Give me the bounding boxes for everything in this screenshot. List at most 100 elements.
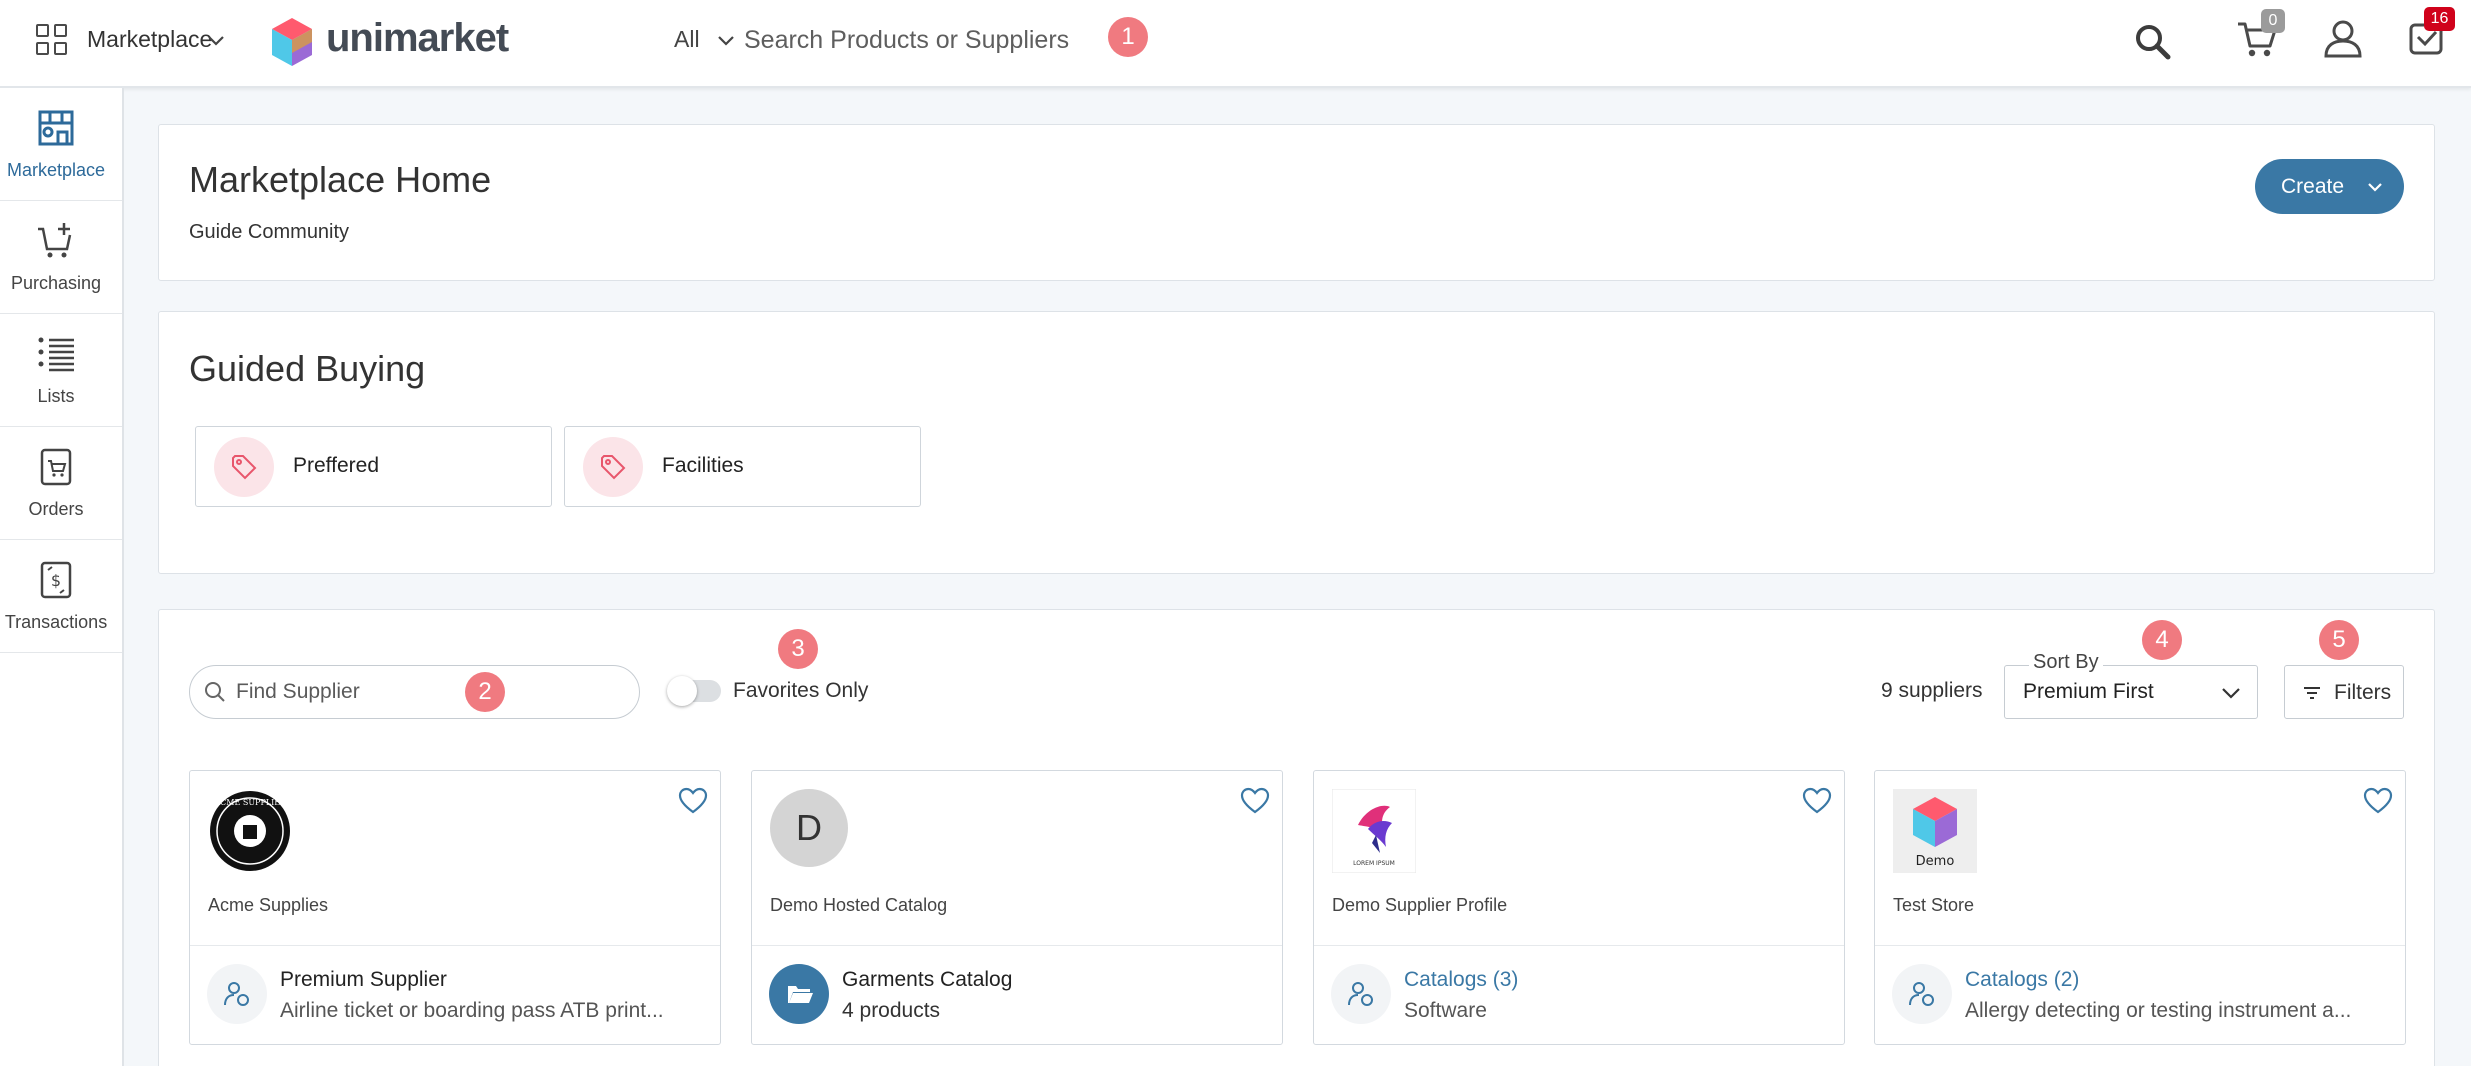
create-button-label: Create: [2281, 175, 2345, 198]
chevron-down-icon[interactable]: [716, 30, 736, 50]
storefront-icon: [38, 110, 74, 146]
create-button[interactable]: Create: [2255, 159, 2404, 214]
supplier-icon-circle: [1892, 964, 1952, 1024]
supplier-card[interactable]: Demo Test Store Catalogs (2) Allergy det…: [1874, 770, 2406, 1045]
suppliers-panel: 2 Favorites Only 3 9 suppliers Sort By P…: [158, 609, 2435, 1066]
filters-button[interactable]: Filters: [2284, 665, 2404, 719]
supplier-icon-circle: [1331, 964, 1391, 1024]
sidebar-item-label: Lists: [37, 386, 75, 406]
cart-plus-icon: [38, 223, 72, 258]
supplier-tier: Premium Supplier: [280, 968, 447, 991]
test-store-logo: Demo: [1893, 789, 1977, 873]
filter-lines-icon: [2304, 687, 2320, 699]
sort-by-legend: Sort By: [2029, 651, 2103, 674]
chevron-down-icon[interactable]: [206, 30, 226, 50]
acme-supplies-logo: ACME SUPPLIES: [210, 791, 290, 871]
sidebar-item-marketplace[interactable]: Marketplace: [0, 88, 122, 201]
card-divider: [752, 945, 1282, 946]
chip-label: Facilities: [662, 454, 744, 477]
test-store-logo-text: Demo: [1916, 854, 1955, 869]
marker-4: 4: [2142, 620, 2182, 660]
card-divider: [1314, 945, 1844, 946]
sort-by-select[interactable]: Sort By Premium First: [2004, 651, 2258, 719]
supplier-profile-icon: [1909, 982, 1934, 1006]
supplier-name[interactable]: Demo Hosted Catalog: [770, 895, 947, 916]
favorite-heart-icon[interactable]: [2363, 787, 2393, 815]
brand-name: unimarket: [326, 16, 509, 60]
supplier-icon-circle: [207, 964, 267, 1024]
supplier-description: Airline ticket or boarding pass ATB prin…: [280, 999, 664, 1022]
supplier-profile-icon: [1348, 982, 1373, 1006]
acme-logo-text: ACME SUPPLIES: [213, 798, 285, 807]
tag-icon: [232, 455, 257, 480]
app-switcher-label[interactable]: Marketplace: [87, 26, 212, 53]
favorite-heart-icon[interactable]: [1240, 787, 1270, 815]
supplier-profile-icon: [224, 982, 249, 1006]
transactions-icon: $: [40, 561, 72, 599]
card-divider: [1875, 945, 2405, 946]
guided-buying-panel: Guided Buying Preffered Facilities: [158, 311, 2435, 574]
sidebar-item-label: Marketplace: [6, 160, 106, 180]
supplier-name[interactable]: Demo Supplier Profile: [1332, 895, 1507, 916]
sidebar-item-label: Purchasing: [10, 273, 102, 293]
top-bar: Marketplace unimarket All 1 0 16: [0, 0, 2471, 88]
marker-1: 1: [1108, 17, 1148, 57]
catalogs-link[interactable]: Catalogs (2): [1965, 968, 2079, 992]
orders-icon: [40, 448, 72, 486]
page-title: Marketplace Home: [189, 159, 492, 200]
marker-2: 2: [465, 672, 505, 712]
catalog-icon-circle: [769, 964, 829, 1024]
list-icon: [38, 337, 74, 372]
tag-icon-circle: [214, 437, 274, 497]
sidebar-item-lists[interactable]: Lists: [0, 314, 122, 427]
notifications-count-badge: 16: [2424, 7, 2455, 31]
find-supplier-input[interactable]: [236, 678, 476, 706]
unimarket-logo-icon: [272, 18, 312, 66]
sidebar-item-label: Transactions: [4, 612, 108, 632]
favorite-heart-icon[interactable]: [1802, 787, 1832, 815]
search-icon: [205, 682, 225, 702]
supplier-card[interactable]: LOREM IPSUM Demo Supplier Profile Catalo…: [1313, 770, 1845, 1045]
tag-icon: [601, 455, 626, 480]
sidebar-item-transactions[interactable]: $ Transactions: [0, 540, 122, 653]
supplier-name[interactable]: Acme Supplies: [208, 895, 328, 916]
catalogs-link[interactable]: Catalogs (3): [1404, 968, 1518, 992]
supplier-description: Software: [1404, 999, 1487, 1022]
marker-5: 5: [2319, 620, 2359, 660]
user-icon[interactable]: [2323, 18, 2363, 60]
card-divider: [190, 945, 720, 946]
product-search-input[interactable]: [744, 22, 1104, 58]
svg-text:$: $: [51, 571, 61, 590]
search-scope-select[interactable]: All: [674, 26, 700, 53]
tag-icon-circle: [583, 437, 643, 497]
favorites-only-label: Favorites Only: [733, 679, 869, 702]
folder-open-icon: [788, 986, 813, 1003]
filters-label: Filters: [2334, 681, 2392, 704]
supplier-name[interactable]: Test Store: [1893, 895, 1974, 916]
marker-3: 3: [778, 629, 818, 669]
supplier-card[interactable]: D Demo Hosted Catalog Garments Catalog 4…: [751, 770, 1283, 1045]
cart-count-badge: 0: [2261, 9, 2285, 33]
chip-label: Preffered: [293, 454, 379, 477]
sidebar-item-purchasing[interactable]: Purchasing: [0, 201, 122, 314]
favorites-only-toggle[interactable]: [667, 676, 721, 706]
catalog-name[interactable]: Garments Catalog: [842, 968, 1012, 992]
sidebar-item-label: Orders: [28, 499, 84, 519]
app-grid-icon[interactable]: [36, 24, 68, 56]
guided-chip-facilities[interactable]: Facilities: [564, 426, 921, 507]
demo-supplier-logo: LOREM IPSUM: [1332, 789, 1416, 873]
supplier-card[interactable]: ACME SUPPLIES Acme Supplies Premium Supp…: [189, 770, 721, 1045]
search-icon[interactable]: [2133, 22, 2173, 62]
guided-chip-preffered[interactable]: Preffered: [195, 426, 552, 507]
toggle-knob: [667, 676, 697, 706]
chevron-down-icon: [2222, 688, 2240, 699]
catalog-product-count: 4 products: [842, 999, 941, 1022]
favorite-heart-icon[interactable]: [678, 787, 708, 815]
find-supplier-box[interactable]: [189, 665, 640, 719]
sort-by-value: Premium First: [2023, 680, 2154, 703]
sidebar-item-orders[interactable]: Orders: [0, 427, 122, 540]
supplier-description: Allergy detecting or testing instrument …: [1965, 999, 2352, 1022]
chevron-down-icon: [2368, 183, 2382, 192]
supplier-count: 9 suppliers: [1881, 679, 1983, 702]
supplier-avatar: D: [770, 789, 848, 867]
